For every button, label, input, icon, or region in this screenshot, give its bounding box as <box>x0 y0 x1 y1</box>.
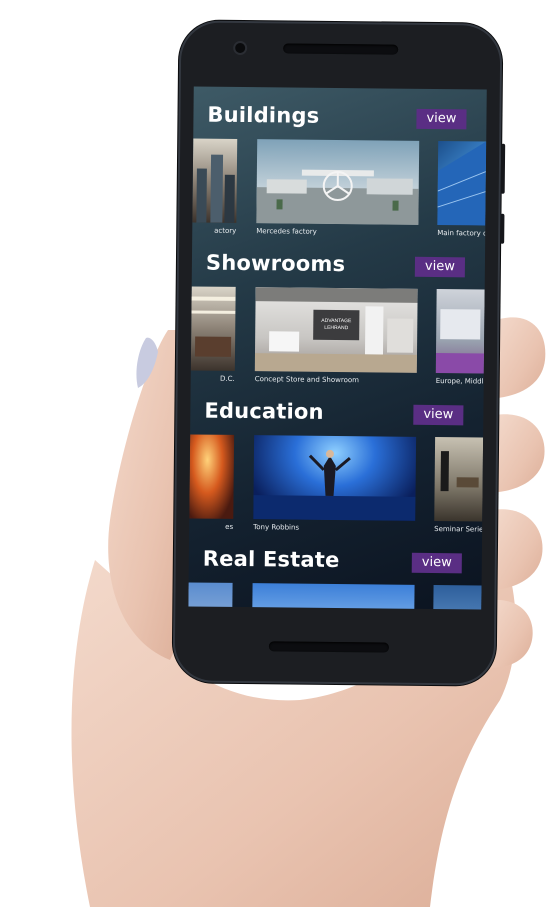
caption-left: D.C. <box>219 374 235 383</box>
power-button[interactable] <box>500 213 505 244</box>
section-education: Education view es Tony Robbins Seminar S… <box>189 398 484 551</box>
section-showrooms: Showrooms view ADVANTAGE LEHRAND D.C. Co… <box>190 250 485 403</box>
thumbnail-education-left[interactable] <box>189 434 235 519</box>
thumbnail-mercedes-factory[interactable] <box>256 139 420 225</box>
thumbnail-real-estate-mid[interactable] <box>251 583 415 610</box>
showroom-signage-line1: ADVANTAGE <box>321 318 352 324</box>
view-education-button[interactable]: view <box>413 404 464 426</box>
thumbnail-showroom-europe[interactable] <box>435 289 485 374</box>
section-title: Education <box>204 398 324 424</box>
view-real-estate-button[interactable]: view <box>411 552 462 574</box>
thumbnail-building-left[interactable] <box>192 138 238 223</box>
view-showrooms-button[interactable]: view <box>414 256 466 278</box>
bottom-speaker <box>268 641 389 653</box>
smartphone: Buildings view actory Mercedes factory M… <box>172 20 506 686</box>
thumbnail-showroom-left[interactable] <box>190 286 236 371</box>
thumbnail-concept-store[interactable]: ADVANTAGE LEHRAND <box>254 287 418 373</box>
showroom-signage-line2: LEHRAND <box>324 325 348 331</box>
view-buildings-button[interactable]: view <box>416 108 467 130</box>
caption-left: es <box>225 522 234 531</box>
app-screen: Buildings view actory Mercedes factory M… <box>188 86 487 610</box>
caption-mid: Concept Store and Showroom <box>254 375 360 385</box>
section-title: Real Estate <box>202 546 340 573</box>
caption-right: Seminar Series <box>434 525 483 534</box>
section-real-estate: Real Estate view <box>188 546 482 610</box>
caption-left: actory <box>214 226 237 235</box>
volume-button[interactable] <box>500 143 506 194</box>
caption-right: Europe, Middle <box>435 377 484 386</box>
section-buildings: Buildings view actory Mercedes factory M… <box>192 102 487 255</box>
caption-mid: Mercedes factory <box>256 227 317 236</box>
top-speaker <box>283 43 399 55</box>
thumbnail-seminar-series[interactable] <box>434 437 484 522</box>
thumbnail-tony-robbins[interactable] <box>253 435 417 521</box>
thumbnail-real-estate-right[interactable] <box>432 585 482 610</box>
section-title: Showrooms <box>205 250 346 277</box>
thumbnail-main-factory[interactable] <box>437 141 487 226</box>
caption-mid: Tony Robbins <box>253 523 300 532</box>
section-title: Buildings <box>207 102 320 128</box>
front-camera <box>235 42 246 54</box>
caption-right: Main factory of <box>437 229 486 238</box>
thumbnail-real-estate-left[interactable] <box>188 582 233 610</box>
